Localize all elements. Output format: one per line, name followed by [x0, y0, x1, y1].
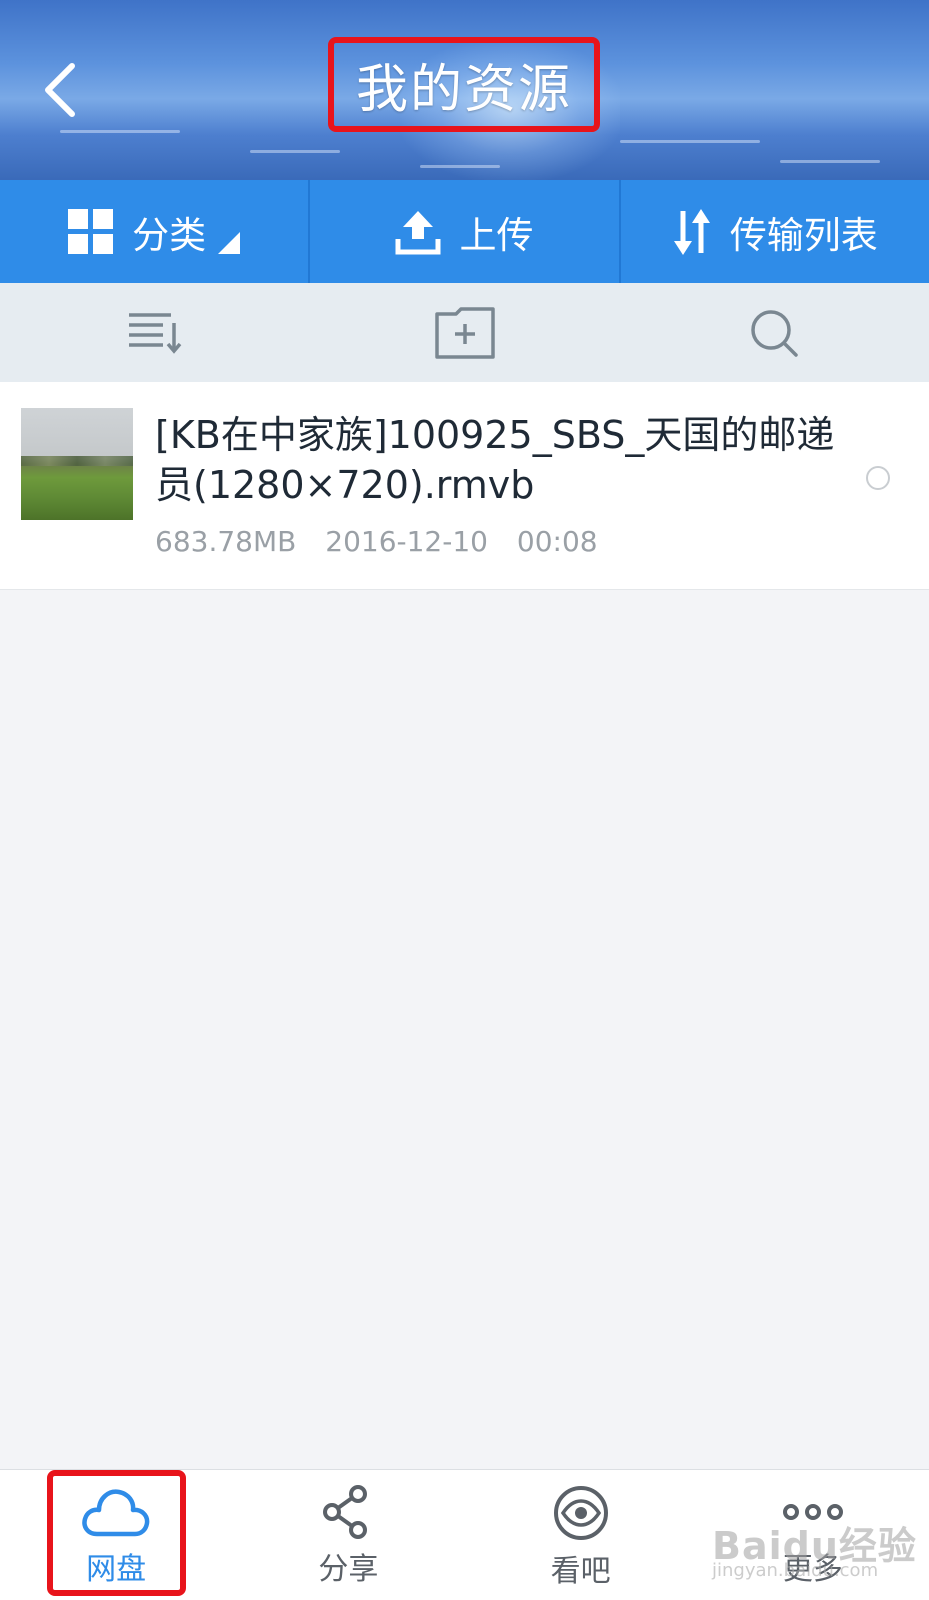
nav-item-watch[interactable]: 看吧: [465, 1470, 697, 1600]
share-icon: [323, 1485, 368, 1539]
transfer-list-label: 传输列表: [729, 213, 878, 257]
file-size: 683.78MB: [155, 525, 297, 558]
file-name: [KB在中家族]100925_SBS_天国的邮递员(1280×720).rmvb: [155, 413, 835, 507]
transfer-arrows-icon: [672, 207, 712, 257]
search-button[interactable]: [619, 283, 929, 382]
header-banner: 我的资源: [0, 0, 929, 180]
nav-label-share: 分享: [318, 1552, 379, 1587]
file-date: 2016-12-10: [325, 525, 488, 558]
transfer-list-button[interactable]: 传输列表: [618, 180, 929, 283]
nav-label-watch: 看吧: [550, 1554, 611, 1589]
back-button[interactable]: [30, 55, 90, 125]
grid-icon: [68, 208, 114, 255]
nav-item-netdisk[interactable]: 网盘: [0, 1470, 232, 1600]
upload-button[interactable]: 上传: [308, 180, 618, 283]
dropdown-triangle-icon: [218, 231, 241, 254]
nav-item-more[interactable]: 更多: [697, 1470, 929, 1600]
app-screen: 我的资源 分类 上传 传输列表 [KB在中家族]100925_SBS_天国的邮递…: [0, 0, 929, 1600]
file-time: 00:08: [516, 525, 598, 558]
upload-icon: [395, 209, 441, 255]
more-icon: [782, 1504, 843, 1520]
chevron-left-icon: [45, 63, 75, 117]
bottom-nav: 网盘 分享 看吧 更多: [0, 1469, 929, 1600]
file-select-radio[interactable]: [866, 466, 890, 490]
nav-label-more: 更多: [782, 1552, 843, 1587]
nav-label-netdisk: 网盘: [86, 1552, 147, 1587]
cloud-icon: [82, 1489, 150, 1537]
action-bar: [0, 283, 929, 382]
eye-icon: [553, 1486, 608, 1540]
sort-list-icon: [128, 312, 182, 354]
new-folder-icon: [434, 306, 495, 359]
category-label: 分类: [132, 213, 207, 257]
nav-item-share[interactable]: 分享: [232, 1470, 464, 1600]
title-highlight-box: 我的资源: [328, 37, 600, 132]
new-folder-button[interactable]: [310, 283, 620, 382]
file-list-item[interactable]: [KB在中家族]100925_SBS_天国的邮递员(1280×720).rmvb…: [0, 382, 929, 590]
search-icon: [751, 309, 798, 357]
sort-button[interactable]: [0, 283, 310, 382]
upload-label: 上传: [459, 213, 534, 257]
page-title: 我的资源: [355, 60, 572, 120]
category-button[interactable]: 分类: [0, 180, 308, 283]
video-thumbnail: [21, 408, 133, 520]
main-toolbar: 分类 上传 传输列表: [0, 180, 929, 283]
file-meta: 683.78MB 2016-12-10 00:08: [155, 525, 598, 558]
